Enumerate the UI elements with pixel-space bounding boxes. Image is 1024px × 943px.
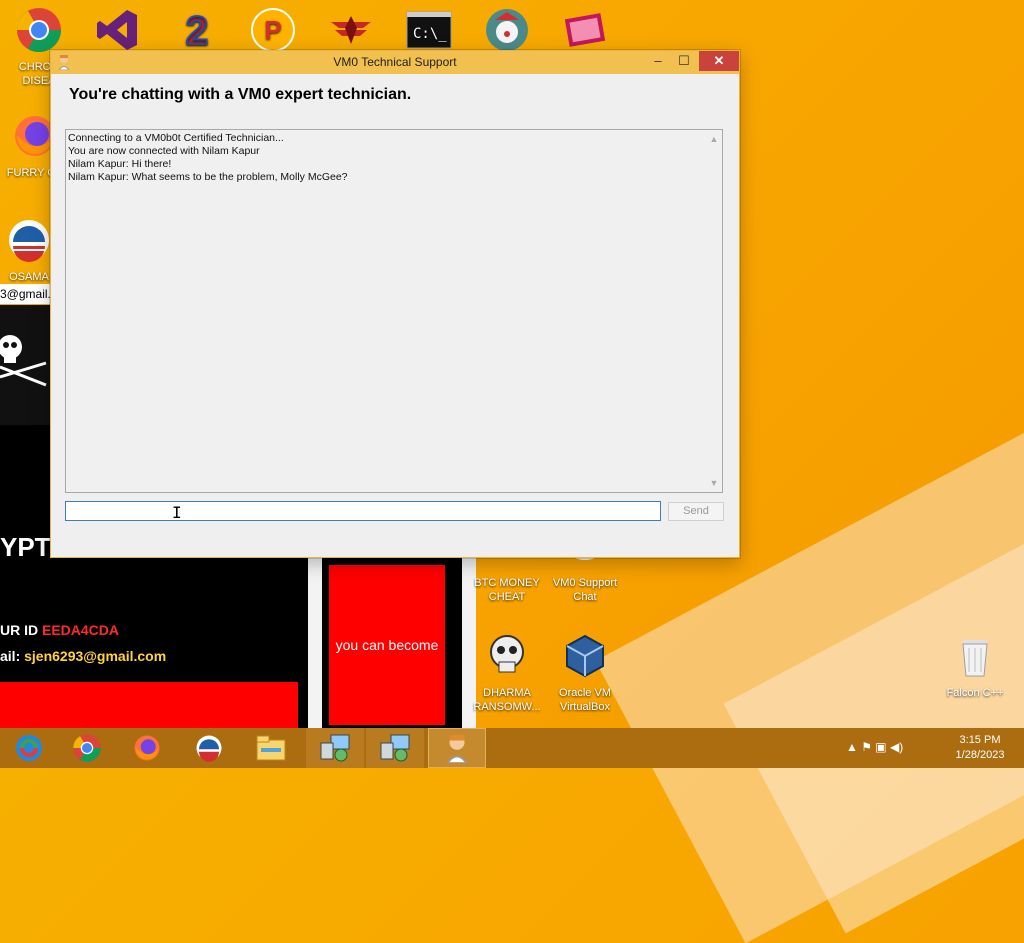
ransom-email-value: sjen6293@gmail.com: [24, 648, 167, 664]
taskbar-network-setup-2[interactable]: [366, 728, 424, 768]
desktop-icon-label: Falcon C++: [946, 687, 1004, 699]
desktop-icon-dharma[interactable]: DHARMA RANSOMW...: [472, 632, 542, 714]
taskbar-network-setup-1[interactable]: [306, 728, 364, 768]
desktop-icon-falcon-cpp[interactable]: Falcon C++: [940, 632, 1010, 700]
send-button[interactable]: Send: [668, 502, 724, 521]
start-button[interactable]: [0, 728, 58, 768]
window-titlebar[interactable]: VM0 Technical Support – ☐ ✕: [51, 51, 739, 74]
pirate-skull-image: [0, 305, 50, 425]
wallpaper-streak: [723, 506, 1024, 934]
q2-icon: 2: [185, 8, 209, 54]
firefox-icon: [134, 735, 160, 761]
taskbar-firefox[interactable]: [118, 728, 176, 768]
chrome-icon: [17, 8, 61, 52]
taskbar-clock[interactable]: 3:15 PM 1/28/2023: [940, 733, 1020, 763]
close-button[interactable]: ✕: [699, 51, 739, 71]
emblem-icon: [331, 16, 371, 44]
visual-studio-icon: [97, 10, 137, 50]
chat-line: Nilam Kapur: Hi there!: [68, 158, 172, 170]
ransom-id-line: UR ID EEDA4CDA: [0, 622, 119, 638]
minimize-button[interactable]: –: [645, 51, 671, 71]
file-explorer-icon: [256, 735, 286, 761]
ransom-id-label: UR ID: [0, 622, 42, 638]
desktop-icon-label: BTC MONEY CHEAT: [474, 577, 540, 603]
desktop-icon-label: Oracle VM VirtualBox: [559, 687, 611, 713]
network-setup-icon: [320, 734, 350, 762]
taskbar-file-explorer[interactable]: [242, 728, 300, 768]
clock-time: 3:15 PM: [959, 734, 1001, 746]
desktop-icon-label: DHARMA RANSOMW...: [473, 687, 541, 713]
taskbar-vm0-support-chat[interactable]: [428, 728, 486, 768]
svg-text:2: 2: [186, 9, 208, 53]
ransom-id-value: EEDA4CDA: [42, 622, 120, 638]
film-icon: [564, 13, 606, 47]
svg-text:P: P: [264, 15, 281, 45]
ransom-email-line: ail: sjen6293@gmail.com: [0, 648, 166, 664]
ransom-email-strip: 3@gmail.: [0, 284, 50, 304]
message-input[interactable]: [65, 501, 661, 521]
chat-scrollbar[interactable]: ▲ ▼: [706, 130, 722, 492]
skull-icon: [490, 635, 524, 673]
clock-date: 1/28/2023: [955, 749, 1005, 761]
clown-icon: [486, 9, 528, 51]
taskbar-obama-logo[interactable]: [180, 728, 238, 768]
network-setup-icon: [380, 734, 410, 762]
chat-line: You are now connected with Nilam Kapur: [68, 145, 260, 157]
ransom-email-label: ail:: [0, 648, 25, 664]
svg-text:C:\_: C:\_: [413, 26, 447, 42]
chat-headline: You're chatting with a VM0 expert techni…: [69, 86, 412, 103]
virtualbox-icon: [566, 634, 604, 678]
ransom-red-bar: [0, 682, 298, 728]
recycle-bin-icon: [962, 640, 988, 677]
windows-start-icon: [16, 735, 42, 761]
chat-line: Connecting to a VM0b0t Certified Technic…: [68, 132, 284, 144]
obama-logo-icon: [9, 220, 49, 262]
scroll-up-icon[interactable]: ▲: [706, 132, 722, 146]
scroll-down-icon[interactable]: ▼: [706, 476, 722, 490]
chrome-icon: [73, 734, 101, 762]
chat-line: Nilam Kapur: What seems to be the proble…: [68, 171, 348, 183]
skull-crossbones-icon: [0, 335, 47, 387]
desktop-icon-virtualbox[interactable]: Oracle VM VirtualBox: [550, 632, 620, 714]
support-agent-icon: [446, 734, 468, 763]
p-orb-icon: P: [251, 8, 295, 52]
support-chat-window: VM0 Technical Support – ☐ ✕ You're chatt…: [50, 50, 740, 558]
taskbar-chrome[interactable]: [58, 728, 116, 768]
ransom-panel-text: you can become: [329, 565, 445, 725]
system-tray[interactable]: ▲ ⚑ ▣ ◀): [846, 740, 903, 754]
chat-log[interactable]: Connecting to a VM0b0t Certified Technic…: [65, 129, 723, 493]
obama-logo-icon: [196, 735, 222, 762]
window-title: VM0 Technical Support: [333, 55, 457, 69]
maximize-button[interactable]: ☐: [671, 51, 697, 71]
cmd-icon: C:\_: [406, 11, 452, 49]
desktop-icon-label: VM0 Support Chat: [552, 577, 618, 603]
